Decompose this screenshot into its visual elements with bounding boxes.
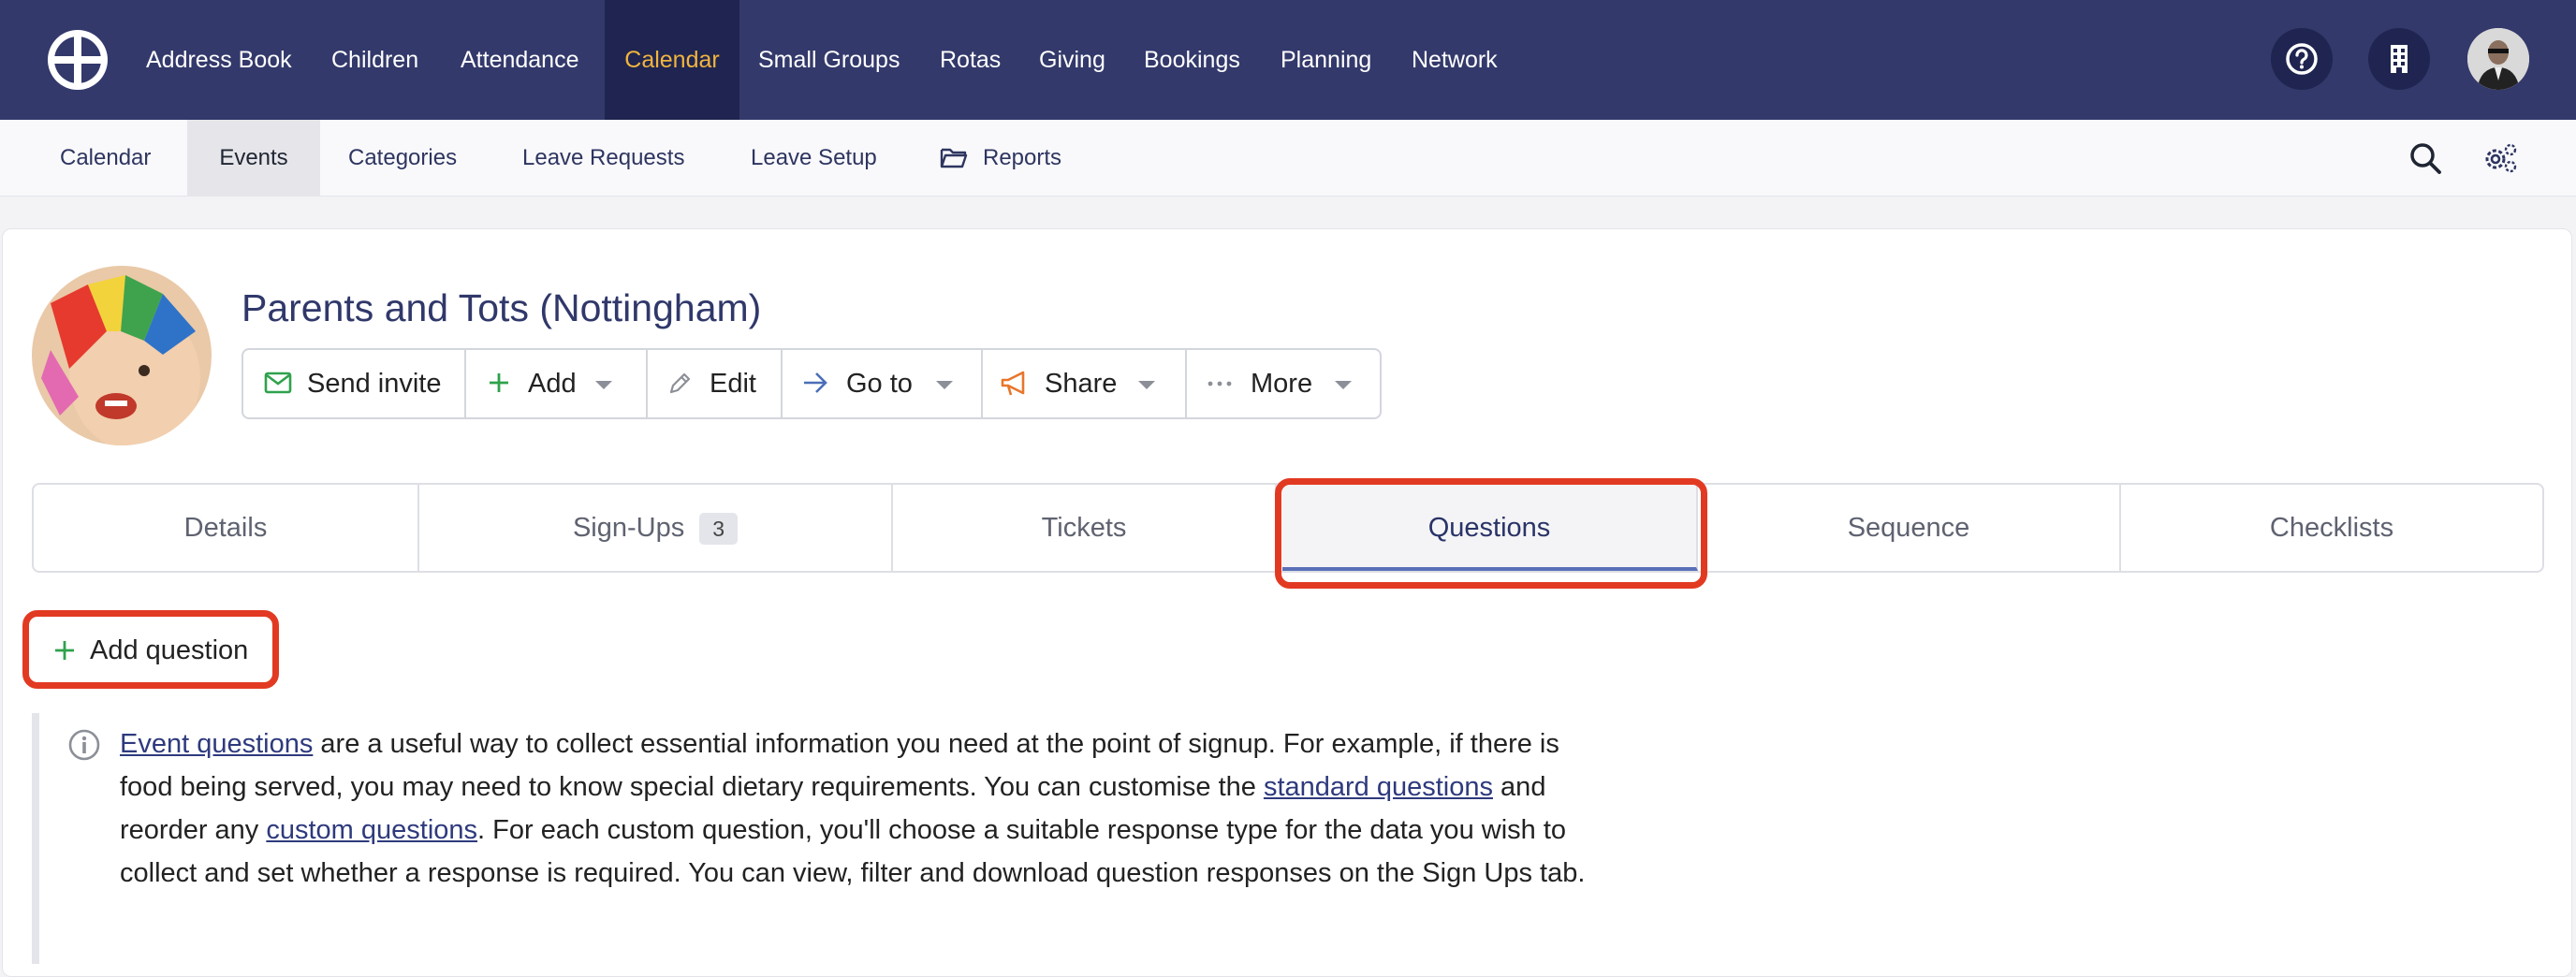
goto-dropdown-button[interactable]: Go to [783,350,983,417]
subnav-calendar[interactable]: Calendar [60,120,151,197]
event-photo [32,266,212,445]
event-title: Parents and Tots (Nottingham) [242,286,762,329]
standard-questions-link[interactable]: standard questions [1264,772,1493,802]
nav-giving[interactable]: Giving [1039,0,1105,120]
subnav-leave-requests[interactable]: Leave Requests [522,120,684,197]
envelope-icon [264,372,292,394]
questions-info-text: Event questions are a useful way to coll… [120,722,1617,895]
nav-bookings[interactable]: Bookings [1144,0,1240,120]
help-icon[interactable] [2271,28,2333,90]
arrow-right-icon [804,372,827,393]
add-label: Add [528,369,577,399]
share-label: Share [1045,369,1118,399]
folder-icon [940,148,968,168]
nav-rotas[interactable]: Rotas [940,0,1001,120]
chevron-down-icon [936,381,953,389]
nav-address-book[interactable]: Address Book [146,0,292,120]
chevron-down-icon [1335,381,1352,389]
nav-attendance[interactable]: Attendance [461,0,579,120]
tab-sign-ups-label: Sign-Ups [572,513,685,543]
tab-tickets[interactable]: Tickets [893,485,1277,571]
send-invite-button[interactable]: Send invite [243,350,466,417]
add-question-highlight [22,610,279,689]
pencil-icon [669,372,691,394]
top-navigation: Address Book Children Attendance Calenda… [0,0,2576,120]
ellipsis-icon [1208,381,1232,386]
more-dropdown-button[interactable]: More [1187,350,1380,417]
questions-info-callout: Event questions are a useful way to coll… [32,713,1585,964]
plus-icon [490,373,508,392]
subnav-events[interactable]: Events [187,120,320,197]
more-label: More [1251,369,1313,399]
nav-planning[interactable]: Planning [1281,0,1371,120]
goto-label: Go to [846,369,913,399]
subnav-leave-setup[interactable]: Leave Setup [751,120,877,197]
edit-button[interactable]: Edit [648,350,783,417]
custom-questions-link[interactable]: custom questions [266,815,477,845]
share-dropdown-button[interactable]: Share [983,350,1187,417]
tab-sequence[interactable]: Sequence [1698,485,2121,571]
chevron-down-icon [1138,381,1155,389]
nav-children[interactable]: Children [331,0,418,120]
nav-calendar[interactable]: Calendar [605,0,739,120]
search-icon[interactable] [2406,139,2445,178]
edit-label: Edit [710,369,756,399]
nav-small-groups[interactable]: Small Groups [758,0,900,120]
user-avatar[interactable] [2467,28,2529,90]
building-icon[interactable] [2368,28,2430,90]
app-logo-icon[interactable] [47,29,109,91]
event-action-bar: Send invite Add Edit Go to Share More [242,348,1382,419]
add-dropdown-button[interactable]: Add [466,350,648,417]
tab-sign-ups[interactable]: Sign-Ups 3 [419,485,893,571]
chevron-down-icon [595,381,612,389]
sign-ups-count-badge: 3 [699,513,739,546]
tab-checklists[interactable]: Checklists [2121,485,2542,571]
event-questions-link[interactable]: Event questions [120,729,313,759]
tab-details[interactable]: Details [34,485,419,571]
subnav-categories[interactable]: Categories [348,120,457,197]
nav-network[interactable]: Network [1412,0,1498,120]
sub-navigation: Calendar Events Categories Leave Request… [0,120,2576,197]
megaphone-icon [1001,371,1025,396]
info-icon [68,729,100,761]
subnav-reports[interactable]: Reports [983,120,1061,197]
send-invite-label: Send invite [307,369,442,399]
settings-icon[interactable] [2481,139,2520,178]
questions-tab-highlight [1275,478,1707,589]
